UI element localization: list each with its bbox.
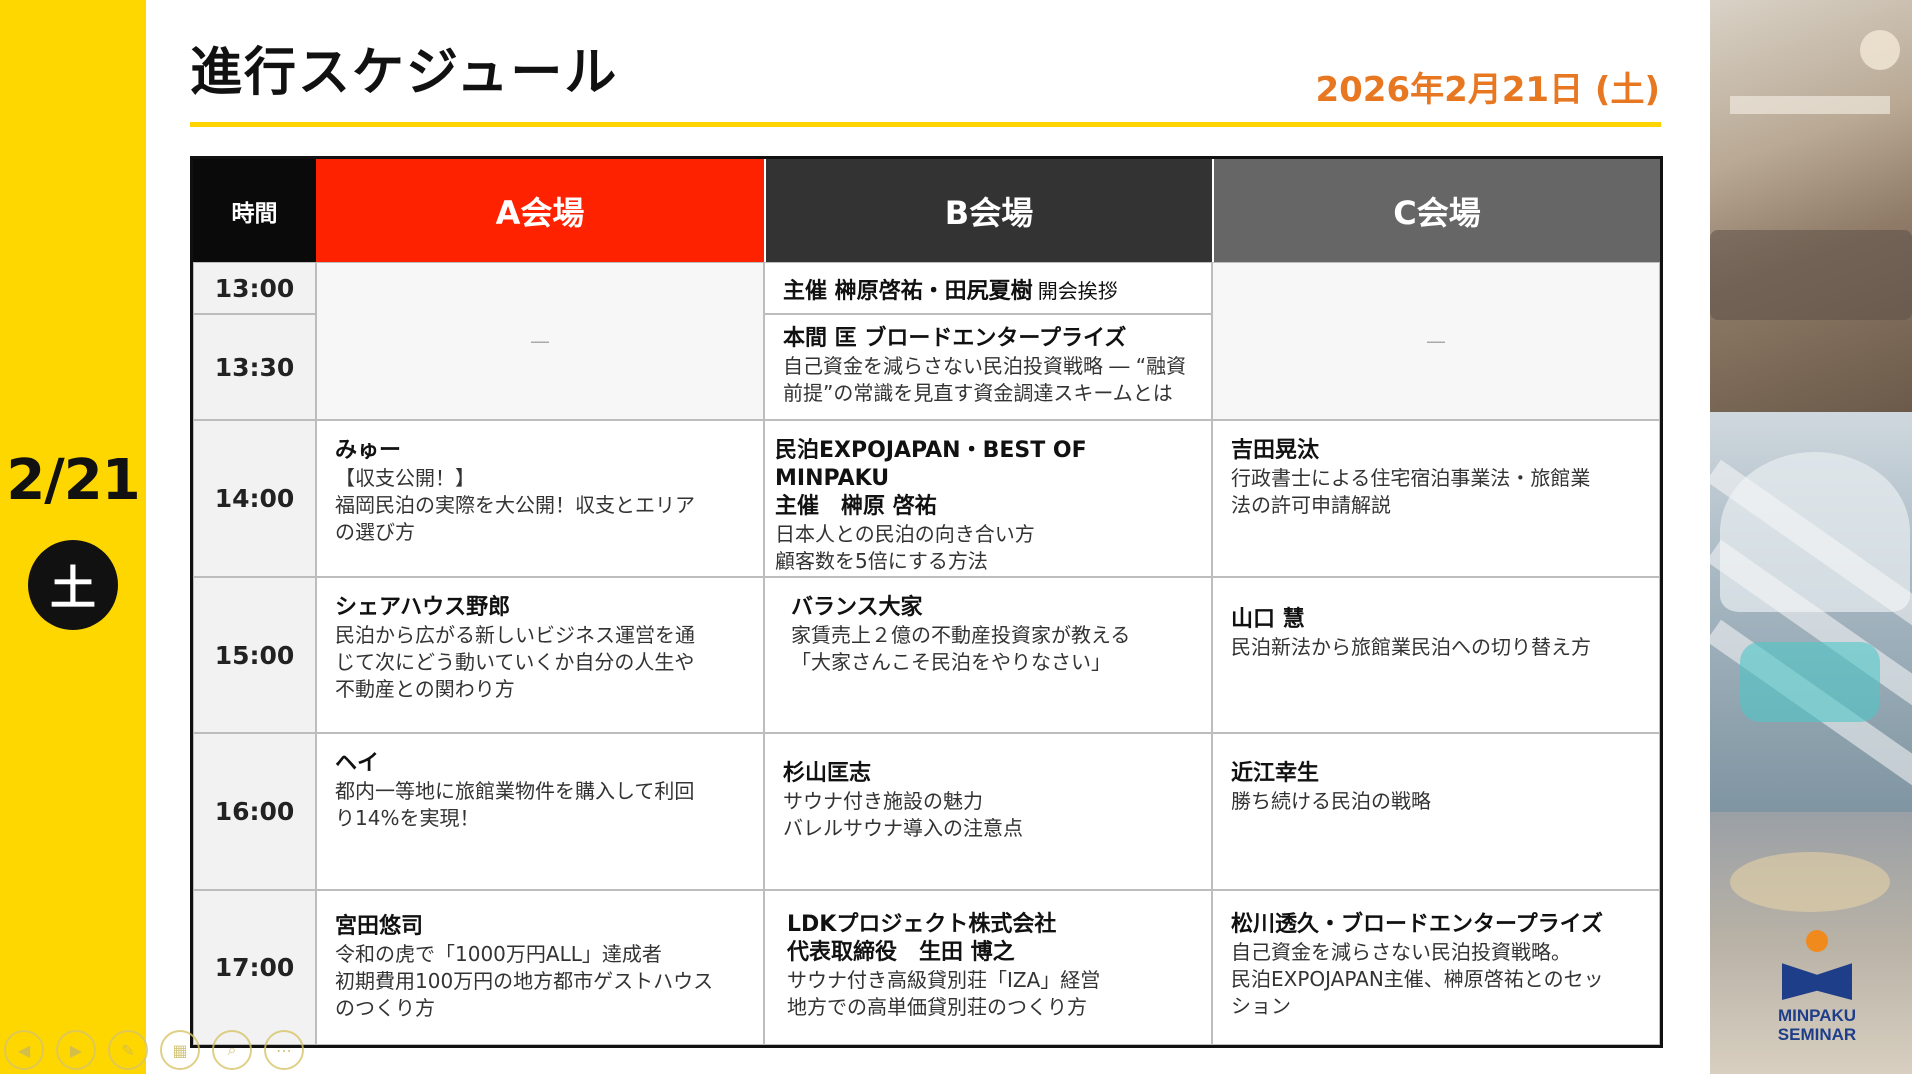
minpaku-seminar-logo: MINPAKU SEMINAR xyxy=(1752,930,1882,1044)
more-icon[interactable]: ⋯ xyxy=(264,1030,304,1070)
session-b-1400: 民泊EXPOJAPAN・BEST OF MINPAKU 主催 榊原 啓祐 日本人… xyxy=(764,420,1212,577)
session-speaker: ヘイ xyxy=(335,751,380,776)
session-desc: 民泊から広がる新しいビジネス運営を通 xyxy=(335,623,695,647)
session-desc: 民泊新法から旅館業民泊への切り替え方 xyxy=(1231,635,1591,659)
title-underline xyxy=(190,122,1661,127)
session-desc: バレルサウナ導入の注意点 xyxy=(783,816,1023,840)
session-desc: 福岡民泊の実際を大公開！収支とエリア xyxy=(335,493,695,517)
session-b-1330: 本間 匡 ブロードエンタープライズ 自己資金を減らさない民泊投資戦略 ― “融資… xyxy=(764,314,1212,420)
session-desc: 法の許可申請解説 xyxy=(1231,493,1391,517)
session-c-1600: 近江幸生 勝ち続ける民泊の戦略 xyxy=(1212,733,1660,890)
session-speaker: 主催 榊原啓祐・田尻夏樹 xyxy=(783,279,1033,304)
session-desc: の選び方 xyxy=(335,520,415,544)
header-venue-b: B会場 xyxy=(764,159,1212,262)
session-speaker: シェアハウス野郎 xyxy=(335,595,511,620)
session-speaker: 杉山匡志 xyxy=(783,761,872,786)
time-1500: 15:00 xyxy=(193,577,316,733)
time-1600: 16:00 xyxy=(193,733,316,890)
time-1330: 13:30 xyxy=(193,314,316,420)
session-speaker: バランス大家 xyxy=(791,595,923,620)
schedule-table: 時間 A会場 B会場 C会場 13:00 13:30 14:00 15:00 1… xyxy=(190,156,1663,1048)
session-desc: 令和の虎で「1000万円ALL」達成者 xyxy=(335,942,662,966)
venue-c-1300-empty: — xyxy=(1212,262,1660,420)
session-c-1500: 山口 慧 民泊新法から旅館業民泊への切り替え方 xyxy=(1212,577,1660,733)
session-speaker: 松川透久・ブロードエンタープライズ xyxy=(1231,912,1604,937)
session-c-1700: 松川透久・ブロードエンタープライズ 自己資金を減らさない民泊投資戦略。 民泊EX… xyxy=(1212,890,1660,1045)
time-1400: 14:00 xyxy=(193,420,316,577)
event-date: 2026年2月21日 (土) xyxy=(1315,70,1660,110)
session-desc: 日本人との民泊の向き合い方 xyxy=(775,522,1035,546)
session-b-1700: LDKプロジェクト株式会社 代表取締役 生田 博之 サウナ付き高級貸別荘「IZA… xyxy=(764,890,1212,1045)
session-desc: 顧客数を5倍にする方法 xyxy=(775,549,988,573)
time-1300: 13:00 xyxy=(193,262,316,314)
session-desc: 前提”の常識を見直す資金調達スキームとは xyxy=(783,381,1173,405)
session-desc: 自己資金を減らさない民泊投資戦略 ― “融資 xyxy=(783,354,1187,378)
session-desc: 勝ち続ける民泊の戦略 xyxy=(1231,789,1431,813)
previous-icon[interactable]: ◀ xyxy=(4,1030,44,1070)
header-venue-a: A会場 xyxy=(316,159,764,262)
logo-text-line2: SEMINAR xyxy=(1777,1025,1857,1044)
venue-a-1300-empty: — xyxy=(316,262,764,420)
session-speaker: 民泊EXPOJAPAN・BEST OF MINPAKU xyxy=(775,438,1087,491)
time-1700: 17:00 xyxy=(193,890,316,1045)
zoom-icon[interactable]: ⌕ xyxy=(212,1030,252,1070)
session-b-1300: 主催 榊原啓祐・田尻夏樹 開会挨拶 xyxy=(764,262,1212,314)
header-venue-c: C会場 xyxy=(1212,159,1660,262)
session-desc: のつくり方 xyxy=(335,996,435,1020)
session-desc: 不動産との関わり方 xyxy=(335,677,515,701)
session-b-1600: 杉山匡志 サウナ付き施設の魅力 バレルサウナ導入の注意点 xyxy=(764,733,1212,890)
session-speaker: 本間 匡 ブロードエンタープライズ xyxy=(783,326,1127,351)
session-c-1400: 吉田晃汰 行政書士による住宅宿泊事業法・旅館業 法の許可申請解説 xyxy=(1212,420,1660,577)
session-desc: 初期費用100万円の地方都市ゲストハウス xyxy=(335,969,714,993)
photo-strip xyxy=(1710,0,1912,1074)
session-speaker: 山口 慧 xyxy=(1231,607,1305,632)
session-a-1500: シェアハウス野郎 民泊から広がる新しいビジネス運営を通 じて次にどう動いていくか… xyxy=(316,577,764,733)
session-a-1400: みゅー 【収支公開！】 福岡民泊の実際を大公開！収支とエリア の選び方 xyxy=(316,420,764,577)
left-date-band xyxy=(0,0,146,1074)
header-time: 時間 xyxy=(193,159,316,262)
session-speaker: 代表取締役 生田 博之 xyxy=(787,940,1015,965)
session-desc: サウナ付き高級貸別荘「IZA」経営 xyxy=(787,968,1101,992)
session-note: 開会挨拶 xyxy=(1037,279,1118,303)
session-desc: り14%を実現！ xyxy=(335,806,480,830)
session-speaker: 吉田晃汰 xyxy=(1231,438,1320,463)
session-a-1700: 宮田悠司 令和の虎で「1000万円ALL」達成者 初期費用100万円の地方都市ゲ… xyxy=(316,890,764,1045)
session-desc: 民泊EXPOJAPAN主催、榊原啓祐とのセッ xyxy=(1231,967,1604,991)
slides-icon[interactable]: ▦ xyxy=(160,1030,200,1070)
session-desc: 「大家さんこそ民泊をやりなさい」 xyxy=(791,650,1111,674)
session-b-1500: バランス大家 家賃売上２億の不動産投資家が教える 「大家さんこそ民泊をやりなさい… xyxy=(764,577,1212,733)
session-desc: ション xyxy=(1231,994,1291,1018)
session-speaker: みゅー xyxy=(335,438,402,463)
pen-icon[interactable]: ✎ xyxy=(108,1030,148,1070)
session-desc: 自己資金を減らさない民泊投資戦略。 xyxy=(1231,940,1571,964)
next-icon[interactable]: ▶ xyxy=(56,1030,96,1070)
session-speaker: 近江幸生 xyxy=(1231,761,1320,786)
session-speaker: LDKプロジェクト株式会社 xyxy=(787,912,1057,937)
dome-photo xyxy=(1710,412,1912,812)
session-desc: 家賃売上２億の不動産投資家が教える xyxy=(791,623,1131,647)
date-label: 2/21 xyxy=(6,448,140,513)
weekday-badge: 土 xyxy=(28,540,118,630)
session-desc: 都内一等地に旅館業物件を購入して利回 xyxy=(335,779,695,803)
slideshow-toolbar: ◀ ▶ ✎ ▦ ⌕ ⋯ xyxy=(4,1030,304,1070)
logo-text-line1: MINPAKU xyxy=(1777,1006,1857,1025)
interior-photo xyxy=(1710,0,1912,412)
session-desc: サウナ付き施設の魅力 xyxy=(783,789,983,813)
session-a-1600: ヘイ 都内一等地に旅館業物件を購入して利回 り14%を実現！ xyxy=(316,733,764,890)
session-desc: 行政書士による住宅宿泊事業法・旅館業 xyxy=(1231,466,1591,490)
session-speaker: 主催 榊原 啓祐 xyxy=(775,494,937,519)
session-speaker: 宮田悠司 xyxy=(335,914,424,939)
session-desc: 【収支公開！】 xyxy=(335,466,475,490)
session-desc: 地方での高単価貸別荘のつくり方 xyxy=(787,995,1087,1019)
book-icon xyxy=(1782,963,1852,1000)
page-title: 進行スケジュール xyxy=(190,43,619,103)
sun-icon xyxy=(1806,930,1828,952)
session-desc: じて次にどう動いていくか自分の人生や xyxy=(335,650,695,674)
